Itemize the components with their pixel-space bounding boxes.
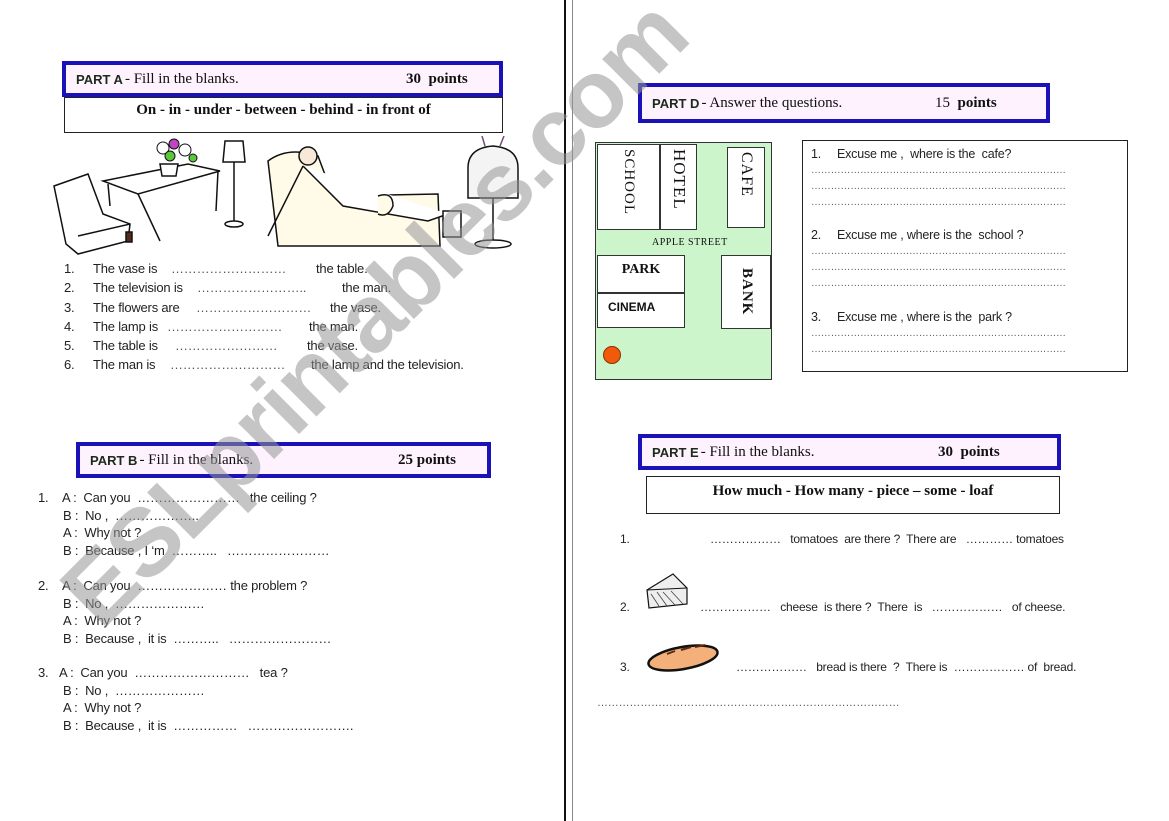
part-a-header: PART A - Fill in the blanks. 30 points (62, 61, 503, 97)
part-d-answer-line[interactable]: …………………………………………………………………… (811, 344, 1066, 355)
part-e-tag: PART E (652, 444, 699, 460)
part-d-header: PART D - Answer the questions. 15 points (638, 83, 1050, 123)
part-e-item-number: 1. (620, 532, 630, 546)
part-b-points: 25 points (398, 451, 456, 468)
part-b-dialog-line[interactable]: A : Can you …………………… the ceiling ? (62, 490, 317, 505)
part-a-tag: PART A (76, 71, 123, 87)
part-b-dialog-line[interactable]: B : Because , I ‘m ……….. …………………… (63, 543, 330, 558)
part-d-tag: PART D (652, 95, 700, 111)
bread-loaf-icon (647, 644, 719, 672)
map-building-cafe: CAFE (727, 147, 765, 228)
flowers-icon (156, 138, 198, 163)
part-a-instruction: - Fill in the blanks. (124, 70, 239, 87)
part-a-points: 30 points (406, 70, 468, 87)
cheese-icon (646, 573, 688, 609)
part-b-dialog-line[interactable]: B : No , ………………… (63, 596, 205, 611)
part-b-dialog-line[interactable]: A : Can you ………………… the problem ? (62, 578, 307, 593)
part-b-tag: PART B (90, 452, 138, 468)
television-icon (467, 136, 519, 249)
part-d-answer-line[interactable]: …………………………………………………………………… (811, 328, 1066, 339)
vase-icon (159, 163, 179, 177)
part-d-answer-line[interactable]: …………………………………………………………………… (811, 262, 1066, 273)
part-a-item-blank[interactable]: ……………………… (171, 261, 286, 276)
part-a-item-ending: the man. (342, 280, 391, 295)
man-on-sofa-icon (267, 146, 462, 247)
part-d-question-text: Excuse me , where is the park ? (837, 310, 1012, 324)
map-street-label: APPLE STREET (652, 237, 728, 248)
map-building-hotel: HOTEL (660, 144, 697, 230)
floor-lamp-icon (222, 140, 246, 228)
part-a-item-text: The lamp is (93, 319, 158, 334)
part-b-dialog-line[interactable]: B : Because , it is ……….. …………………… (63, 631, 331, 646)
part-a-item-blank[interactable]: …………………….. (197, 280, 306, 295)
part-b-dialog-line[interactable]: A : Why not ? (63, 700, 141, 715)
part-e-item-text[interactable]: ……………… cheese is there ? There is ………………… (700, 600, 1065, 614)
part-a-item-text: The man is (93, 357, 156, 372)
part-d-question-number: 3. (811, 310, 822, 324)
part-d-answer-line[interactable]: …………………………………………………………………… (811, 278, 1066, 289)
part-d-answer-line[interactable]: …………………………………………………………………… (811, 197, 1066, 208)
part-e-item-number: 3. (620, 660, 630, 674)
part-a-item-ending: the vase. (307, 338, 358, 353)
part-d-points: 15 points (935, 94, 997, 111)
part-b-header: PART B - Fill in the blanks. 25 points (76, 442, 491, 478)
part-a-item-ending: the lamp and the television. (311, 357, 464, 372)
part-e-word-bank: How much - How many - piece – some - loa… (646, 476, 1060, 514)
part-e-points: 30 points (938, 443, 1000, 460)
town-map: SCHOOL HOTEL CAFE APPLE STREET PARK CINE… (595, 142, 772, 380)
part-a-item-blank[interactable]: ……………………… (170, 357, 285, 372)
part-b-dialog-line[interactable]: B : No , ……………….. (63, 508, 199, 523)
living-room-illustration (53, 136, 519, 255)
part-b-dialog-number: 1. (38, 490, 49, 505)
part-a-item-text: The table is (93, 338, 158, 353)
part-d-question-number: 1. (811, 147, 822, 161)
part-b-dialog-line[interactable]: A : Why not ? (63, 525, 141, 540)
part-d-question-number: 2. (811, 228, 822, 242)
part-a-item-number: 2. (64, 280, 75, 295)
page-divider-right (572, 0, 573, 821)
part-b-dialog-number: 2. (38, 578, 49, 593)
you-are-here-marker-icon (603, 346, 621, 364)
part-d-answer-line[interactable]: …………………………………………………………………… (811, 246, 1066, 257)
part-a-word-bank: On - in - under - between - behind - in … (64, 97, 503, 133)
part-e-instruction: - Fill in the blanks. (700, 443, 815, 460)
page-divider-left (564, 0, 566, 821)
part-a-item-text: The vase is (93, 261, 158, 276)
part-d-question-text: Excuse me , where is the school ? (837, 228, 1024, 242)
part-b-dialog-line[interactable]: A : Can you ……………………… tea ? (59, 665, 288, 680)
part-b-instruction: - Fill in the blanks. (139, 451, 254, 468)
part-a-item-text: The flowers are (93, 300, 180, 315)
part-a-item-blank[interactable]: ……………………… (167, 319, 282, 334)
part-a-item-number: 4. (64, 319, 75, 334)
map-building-bank: BANK (721, 255, 771, 329)
part-d-answer-line[interactable]: …………………………………………………………………… (811, 165, 1066, 176)
part-a-item-ending: the table. (316, 261, 368, 276)
part-a-item-number: 1. (64, 261, 75, 276)
part-d-answer-line[interactable]: …………………………………………………………………… (811, 181, 1066, 192)
part-b-dialog-line[interactable]: B : Because , it is …………… ……………………. (63, 718, 354, 733)
part-a-item-number: 5. (64, 338, 75, 353)
part-e-header: PART E - Fill in the blanks. 30 points (638, 434, 1061, 470)
part-b-dialog-line[interactable]: A : Why not ? (63, 613, 141, 628)
part-e-item-text[interactable]: ……………… bread is there ? There is ……………… … (736, 660, 1076, 674)
part-a-item-text: The television is (93, 280, 183, 295)
part-a-item-ending: the man. (309, 319, 358, 334)
part-d-instruction: - Answer the questions. (701, 94, 843, 111)
part-a-item-number: 3. (64, 300, 75, 315)
part-a-item-ending: the vase. (330, 300, 381, 315)
part-e-item-text[interactable]: ……………… tomatoes are there ? There are ……… (710, 532, 1064, 546)
part-b-dialog-number: 3. (38, 665, 49, 680)
part-a-item-blank[interactable]: ……………………… (196, 300, 311, 315)
part-e-item-number: 2. (620, 600, 630, 614)
part-b-dialog-line[interactable]: B : No , ………………… (63, 683, 205, 698)
part-a-item-number: 6. (64, 357, 75, 372)
part-a-item-blank[interactable]: …………………… (175, 338, 278, 353)
part-d-question-text: Excuse me , where is the cafe? (837, 147, 1012, 161)
map-building-school: SCHOOL (597, 144, 660, 230)
map-building-cinema: CINEMA (597, 293, 685, 328)
map-building-park: PARK (597, 255, 685, 293)
part-e-extra-answer-line[interactable]: ………………………………………………………………………… (597, 697, 900, 709)
